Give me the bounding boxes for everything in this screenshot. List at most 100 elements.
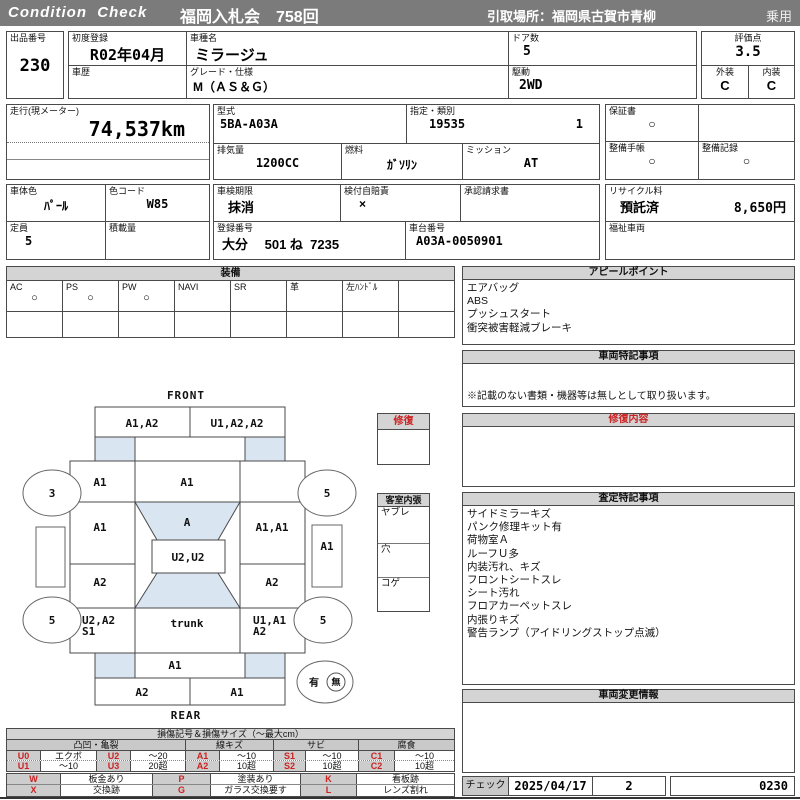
pickup-location: 引取場所：福岡県古賀市青柳 <box>487 9 657 24</box>
car-damage-diagram: FRONT A1,A2 U1,A2,A2 A1 A1 A1 A U2,U2 A1… <box>22 389 357 722</box>
legend-size: ～10 <box>220 751 274 760</box>
title-bar: Condition Check 福岡入札会 758回 引取場所：福岡県古賀市青柳… <box>0 0 800 26</box>
score-value: 3.5 <box>735 44 761 60</box>
ext-int-cells: 外装 C 内装 C <box>702 65 794 98</box>
history-label: 車歴 <box>72 67 91 77</box>
mileage-value: 74,537km <box>88 117 185 141</box>
rear-label: REAR <box>171 709 202 722</box>
auction-sheet: { "colors":{"header_bar":"#7b7b7b","sect… <box>0 0 800 800</box>
transmission-label: ミッション <box>466 145 512 155</box>
legend-code: C1 <box>359 751 395 760</box>
legend-size: ～10 <box>306 751 359 760</box>
doors-value: 5 <box>523 44 531 59</box>
legend-code: S2 <box>274 761 306 771</box>
model-grade-box: 車種名 ミラージュ グレード・仕様 M（ＡＳ＆Ｇ） <box>186 31 509 99</box>
class-value-1: 19535 <box>429 117 466 131</box>
equip-label-sr: SR <box>234 282 247 292</box>
change-info-content <box>463 703 794 707</box>
assessment-line: 内張りキズ <box>467 613 520 626</box>
legend-group-scratch: 線キズ <box>186 740 274 750</box>
legend-size: 10超 <box>306 761 359 771</box>
inspection-value: 抹消 <box>228 200 255 215</box>
rear-bumper-left-code: A2 <box>135 686 148 699</box>
load-label: 積載量 <box>109 223 137 233</box>
left-front-door-code: A1 <box>93 521 107 534</box>
transmission-value: AT <box>523 156 539 170</box>
vehicle-notes-note: ※記載のない書類・機器等は無しとして取り扱います。 <box>467 390 716 402</box>
color-capacity-box: 車体色 ﾊﾟｰﾙ 色コード W85 定員 5 積載量 <box>6 184 210 260</box>
appeal-points-panel: アピールポイント エアバッグ ABS プッシュスタート 衝突被害軽減ブレーキ <box>462 266 795 345</box>
exterior-value: C <box>720 78 730 93</box>
legend-code: U2 <box>97 751 131 760</box>
recycle-welfare-box: リサイクル料 預託済 8,650円 福祉車両 <box>605 184 795 260</box>
score-label: 評価点 <box>734 33 762 43</box>
score-box: 評価点 3.5 外装 C 内装 C <box>701 31 795 99</box>
mark-desc-k: 看板跡 <box>391 774 419 784</box>
assessment-title: 査定特記事項 <box>463 493 794 506</box>
bottom-rule <box>0 797 800 799</box>
right-sill <box>311 524 343 588</box>
assessment-line: 内装汚れ、キズ <box>467 560 541 573</box>
plate-value: 大分 501 ね 7235 <box>222 237 340 252</box>
interior-value: C <box>766 78 777 93</box>
warranty-label: 保証書 <box>609 106 637 116</box>
legend-code: A2 <box>186 761 220 771</box>
equip-label-lhd: 左ﾊﾝﾄﾞﾙ <box>346 282 378 292</box>
mark-desc-w: 板金あり <box>61 774 153 784</box>
left-rear-door-code: A2 <box>93 576 106 589</box>
fuel-value: ｶﾞｿﾘﾝ <box>386 158 417 172</box>
body-color-value: ﾊﾟｰﾙ <box>43 199 68 213</box>
legend-group-dent: 凸凹・亀裂 <box>7 740 186 750</box>
assessment-line: パンク修理キット有 <box>467 521 563 534</box>
change-info-title: 車両変更情報 <box>463 690 794 703</box>
assessment-line: シート汚れ <box>467 587 520 600</box>
mileage-box: 走行(現メーター) 74,537km <box>6 104 210 180</box>
legend-size: 20超 <box>131 761 186 771</box>
cabin-row-burn: コゲ <box>381 578 401 589</box>
first-registration-box: 初度登録 R02年04月 車歴 <box>68 31 187 99</box>
mark-desc-x: 交換跡 <box>61 785 153 796</box>
maintenance-book-label: 整備手帳 <box>609 143 646 153</box>
hood-code: A1 <box>180 476 194 489</box>
rear-bumper-right-code: A1 <box>230 686 244 699</box>
equipment-title: 装備 <box>7 267 454 281</box>
model-value: ミラージュ <box>195 47 269 64</box>
windshield-code: A <box>184 516 191 529</box>
recycle-status: 預託済 <box>620 200 660 215</box>
grade-label: グレード・仕様 <box>190 67 254 77</box>
equip-label-leather: 革 <box>290 282 300 292</box>
legend-code: C2 <box>359 761 395 771</box>
lot-number-box: 出品番号 230 <box>6 31 64 99</box>
displacement-label: 排気量 <box>217 145 245 155</box>
appeal-line: ABS <box>467 295 489 308</box>
documents-empty-cell <box>699 105 794 142</box>
assessment-line: 荷物室Ａ <box>467 534 509 547</box>
warranty-value: ○ <box>648 117 656 131</box>
grade-value: M（ＡＳ＆Ｇ） <box>193 80 275 94</box>
inspection-plate-box: 車検期限 抹消 検付自賠責 × 承認請求書 登録番号 大分 501 ね 7235… <box>213 184 600 260</box>
drive-label: 駆動 <box>512 67 531 77</box>
class-value-2: 1 <box>575 117 583 131</box>
capacity-value: 5 <box>25 234 33 248</box>
check-count: 2 <box>625 779 633 793</box>
auction-title: 福岡入札会 758回 <box>180 9 319 26</box>
tire-rr-depth: 5 <box>320 614 327 627</box>
capacity-label: 定員 <box>10 223 29 233</box>
appeal-line: 衝突被害軽減ブレーキ <box>467 321 572 334</box>
lot-number-value: 230 <box>19 56 51 76</box>
legend-size: ～10 <box>414 751 434 760</box>
left-fender-code: A1 <box>93 476 107 489</box>
vehicle-class: 乗用 <box>765 9 792 24</box>
equip-label-navi: NAVI <box>178 282 199 292</box>
right-front-door-code: A1,A1 <box>255 521 288 534</box>
change-info-panel: 車両変更情報 <box>462 689 795 773</box>
equip-label-extra <box>399 281 454 311</box>
repair-detail-content <box>463 427 794 431</box>
damage-legend-table: 損傷記号＆損傷サイズ（～最大cm） 凸凹・亀裂 線キズ サビ 腐食 U0 エクボ… <box>6 728 455 772</box>
recycle-fee: 8,650円 <box>733 201 786 216</box>
right-quarter-code-2: A2 <box>253 625 266 638</box>
check-box: チェック 2025/04/17 2 <box>462 776 666 796</box>
exterior-label: 外装 <box>715 67 734 77</box>
assessment-line: ルーフＵ多 <box>467 547 519 560</box>
front-bumper-left-code: A1,A2 <box>125 417 158 430</box>
